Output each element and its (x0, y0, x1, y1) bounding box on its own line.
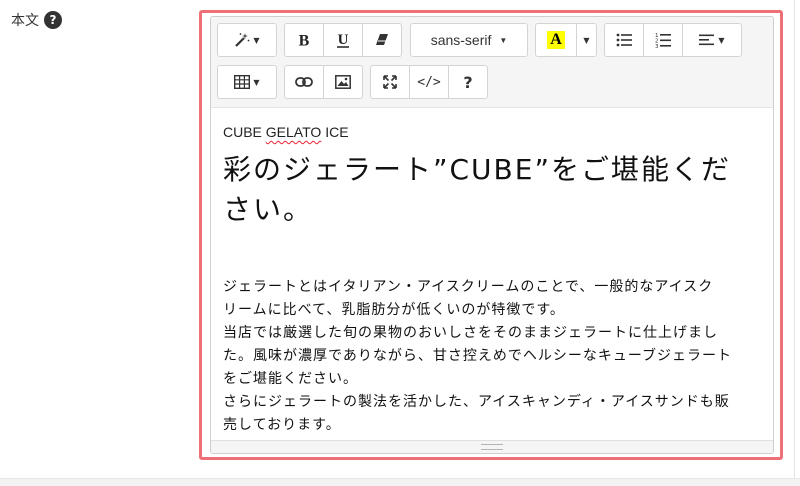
content-subtitle: CUBE GELATO ICE (223, 124, 761, 140)
font-name-value: sans-serif (430, 32, 492, 48)
help-icon[interactable]: ? (44, 11, 62, 29)
content-headline: 彩のジェラート”CUBE”をご堪能くだ さい。 (223, 150, 761, 230)
chevron-down-icon: ▼ (253, 77, 260, 87)
font-name-dropdown[interactable]: sans-serif ▼ (410, 23, 528, 57)
eraser-icon (376, 34, 388, 45)
content-paragraph: ジェラートとはイタリアン・アイスクリームのことで、一般的なアイスク リームに比べ… (223, 276, 761, 437)
picture-button[interactable] (323, 65, 363, 99)
chevron-down-icon: ▼ (499, 35, 508, 45)
bold-button[interactable]: B (284, 23, 324, 57)
paragraph-line: さらにジェラートの製法を活かした、アイスキャンディ・アイスサンドも販 (223, 394, 730, 410)
editor-toolbar: ▼ B U sans-serif ▼ A ▼ 1 2 3 ▼ ▼ </> ? (211, 17, 773, 108)
chevron-down-icon: ▼ (583, 35, 590, 45)
insert-group (284, 65, 363, 99)
field-label-text: 本文 (11, 13, 39, 29)
rich-text-editor: ▼ B U sans-serif ▼ A ▼ 1 2 3 ▼ ▼ </> ? C… (210, 16, 774, 454)
style-dropdown-button[interactable]: ▼ (217, 23, 277, 57)
align-dropdown-button[interactable]: ▼ (682, 23, 742, 57)
text-color-button[interactable]: A (535, 23, 577, 57)
paragraph-line: た。風味が濃厚でありながら、甘さ控えめでヘルシーなキューブジェラート (223, 348, 733, 364)
code-view-icon: </> (417, 74, 441, 90)
paragraph-line: リームに比べて、乳脂肪分が低くいのが特徴です。 (223, 302, 565, 318)
color-group: A ▼ (535, 23, 597, 57)
headline-line: さい。 (223, 193, 314, 226)
picture-icon (335, 75, 351, 89)
link-icon (295, 77, 313, 87)
subtitle-suffix: ICE (321, 124, 349, 140)
paragraph-group: 1 2 3 ▼ (604, 23, 742, 57)
help-button[interactable]: ? (448, 65, 488, 99)
view-group: </> ? (370, 65, 488, 99)
paragraph-line: 当店では厳選した旬の果物のおいしさをそのままジェラートに仕上げまし (223, 325, 718, 341)
underline-button[interactable]: U (323, 23, 363, 57)
link-button[interactable] (284, 65, 324, 99)
table-dropdown-button[interactable]: ▼ (217, 65, 277, 99)
editor-highlight-frame: ▼ B U sans-serif ▼ A ▼ 1 2 3 ▼ ▼ </> ? C… (199, 10, 783, 460)
bullet-list-button[interactable] (604, 23, 644, 57)
spellcheck-word: GELATO (265, 124, 322, 140)
remove-format-button[interactable] (362, 23, 402, 57)
magic-icon (235, 33, 250, 47)
fullscreen-icon (383, 75, 397, 89)
numbered-list-icon: 1 2 3 (655, 33, 671, 48)
underline-icon: U (337, 32, 349, 48)
body-field-label: 本文 ? (11, 10, 62, 30)
color-dropdown-button[interactable]: ▼ (576, 23, 597, 57)
svg-text:U: U (338, 32, 349, 48)
svg-text:B: B (299, 33, 310, 49)
table-group: ▼ (217, 65, 277, 99)
subtitle-prefix: CUBE (223, 124, 266, 140)
paragraph-line: ジェラートとはイタリアン・アイスクリームのことで、一般的なアイスク (223, 279, 714, 295)
paragraph-line: をご堪能ください。 (223, 371, 358, 387)
grip-icon (481, 444, 503, 450)
table-icon (234, 75, 251, 89)
align-icon (699, 34, 715, 46)
chevron-down-icon: ▼ (718, 35, 725, 45)
bold-icon: B (299, 33, 310, 49)
numbered-list-button[interactable]: 1 2 3 (643, 23, 683, 57)
page-divider (794, 0, 795, 485)
code-view-button[interactable]: </> (409, 65, 449, 99)
help-question-icon: ? (463, 72, 473, 92)
editor-resize-handle[interactable] (211, 440, 773, 453)
fullscreen-button[interactable] (370, 65, 410, 99)
svg-text:3: 3 (655, 44, 659, 48)
paragraph-line: 売しております。 (223, 417, 341, 433)
font-name-group: sans-serif ▼ (410, 23, 528, 57)
editor-content[interactable]: CUBE GELATO ICE 彩のジェラート”CUBE”をご堪能くだ さい。 … (211, 108, 773, 437)
style-group: ▼ (217, 23, 277, 57)
headline-line: 彩のジェラート”CUBE”をご堪能くだ (223, 153, 731, 186)
bullet-list-icon (616, 33, 632, 47)
chevron-down-icon: ▼ (253, 35, 260, 45)
text-color-icon: A (547, 31, 565, 49)
font-style-group: B U (284, 23, 402, 57)
